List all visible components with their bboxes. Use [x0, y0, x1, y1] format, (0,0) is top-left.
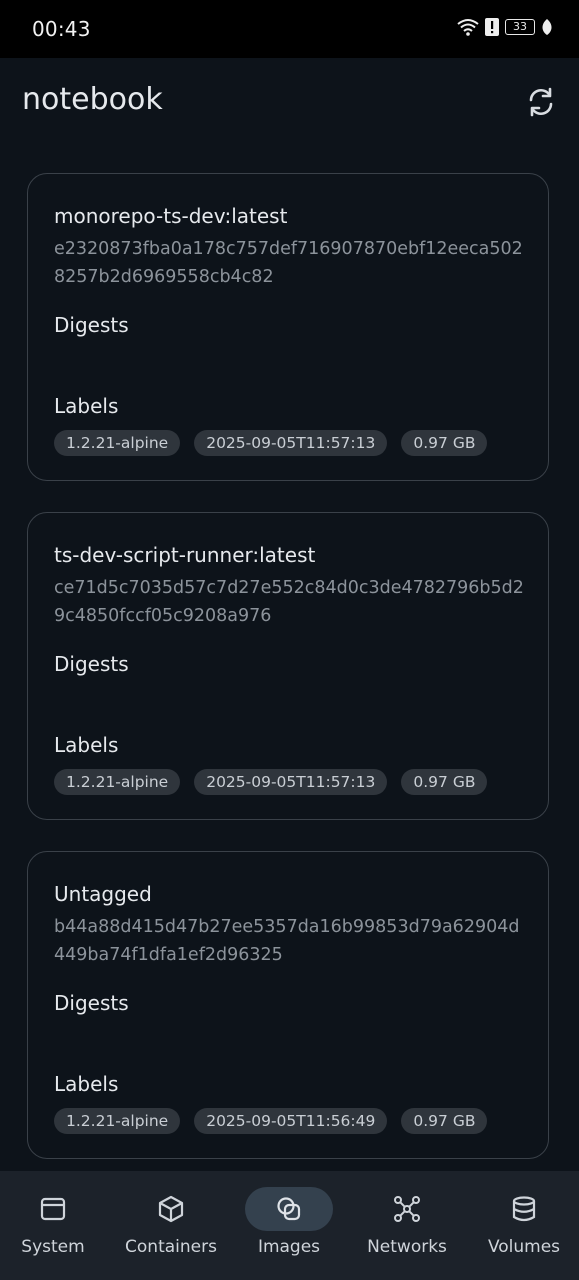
nav-item-system[interactable]: System: [0, 1171, 111, 1280]
nav-item-volumes[interactable]: Volumes: [466, 1171, 579, 1280]
bottom-navigation: System Containers Images Networks Volume…: [0, 1171, 579, 1280]
refresh-icon[interactable]: [525, 86, 557, 118]
image-name: monorepo-ts-dev:latest: [54, 204, 288, 228]
label-chips: 1.2.21-alpine 2025-09-05T11:56:49 0.97 G…: [54, 1108, 488, 1134]
nav-label: Volumes: [487, 1237, 561, 1257]
chip-date: 2025-09-05T11:57:13: [194, 430, 388, 456]
nav-label: Containers: [125, 1237, 217, 1257]
wifi-icon: [457, 19, 479, 36]
page-title: notebook: [22, 82, 163, 117]
chip-version: 1.2.21-alpine: [54, 1108, 181, 1134]
nav-label: Networks: [367, 1237, 447, 1257]
network-icon: [394, 1196, 420, 1222]
nav-item-containers[interactable]: Containers: [113, 1171, 229, 1280]
label-chips: 1.2.21-alpine 2025-09-05T11:57:13 0.97 G…: [54, 430, 488, 456]
chip-version: 1.2.21-alpine: [54, 430, 181, 456]
nav-item-networks[interactable]: Networks: [349, 1171, 465, 1280]
image-hash: ce71d5c7035d57c7d27e552c84d0c3de4782796b…: [54, 578, 524, 626]
cube-icon: [158, 1195, 184, 1223]
chip-date: 2025-09-05T11:56:49: [194, 1108, 388, 1134]
leaf-icon: [542, 19, 552, 35]
alert-icon: [485, 18, 499, 36]
status-time: 00:43: [32, 17, 91, 41]
app-screen: 00:43 33 notebook monorepo-ts-dev:latest…: [0, 0, 579, 1280]
app-header: notebook: [0, 58, 579, 148]
battery-indicator: 33: [505, 19, 535, 35]
image-card[interactable]: ts-dev-script-runner:latest ce71d5c7035d…: [27, 512, 549, 820]
nav-item-images[interactable]: Images: [231, 1171, 347, 1280]
images-icon: [277, 1197, 301, 1221]
digests-heading: Digests: [54, 652, 129, 676]
database-icon: [512, 1196, 536, 1222]
image-name: Untagged: [54, 882, 152, 906]
nav-label: Images: [257, 1237, 321, 1257]
labels-heading: Labels: [54, 733, 119, 757]
chip-version: 1.2.21-alpine: [54, 769, 181, 795]
chip-size: 0.97 GB: [401, 1108, 488, 1134]
image-card[interactable]: monorepo-ts-dev:latest e2320873fba0a178c…: [27, 173, 549, 481]
chip-date: 2025-09-05T11:57:13: [194, 769, 388, 795]
chip-size: 0.97 GB: [401, 769, 488, 795]
label-chips: 1.2.21-alpine 2025-09-05T11:57:13 0.97 G…: [54, 769, 488, 795]
image-name: ts-dev-script-runner:latest: [54, 543, 316, 567]
status-bar: 00:43 33: [0, 0, 579, 58]
nav-label: System: [21, 1237, 85, 1257]
labels-heading: Labels: [54, 1072, 119, 1096]
window-icon: [40, 1197, 66, 1221]
digests-heading: Digests: [54, 313, 129, 337]
digests-heading: Digests: [54, 991, 129, 1015]
chip-size: 0.97 GB: [401, 430, 488, 456]
image-card[interactable]: Untagged b44a88d415d47b27ee5357da16b9985…: [27, 851, 549, 1159]
image-hash: b44a88d415d47b27ee5357da16b99853d79a6290…: [54, 917, 520, 965]
labels-heading: Labels: [54, 394, 119, 418]
status-icons: 33: [457, 18, 553, 36]
image-hash: e2320873fba0a178c757def716907870ebf12eec…: [54, 239, 523, 287]
